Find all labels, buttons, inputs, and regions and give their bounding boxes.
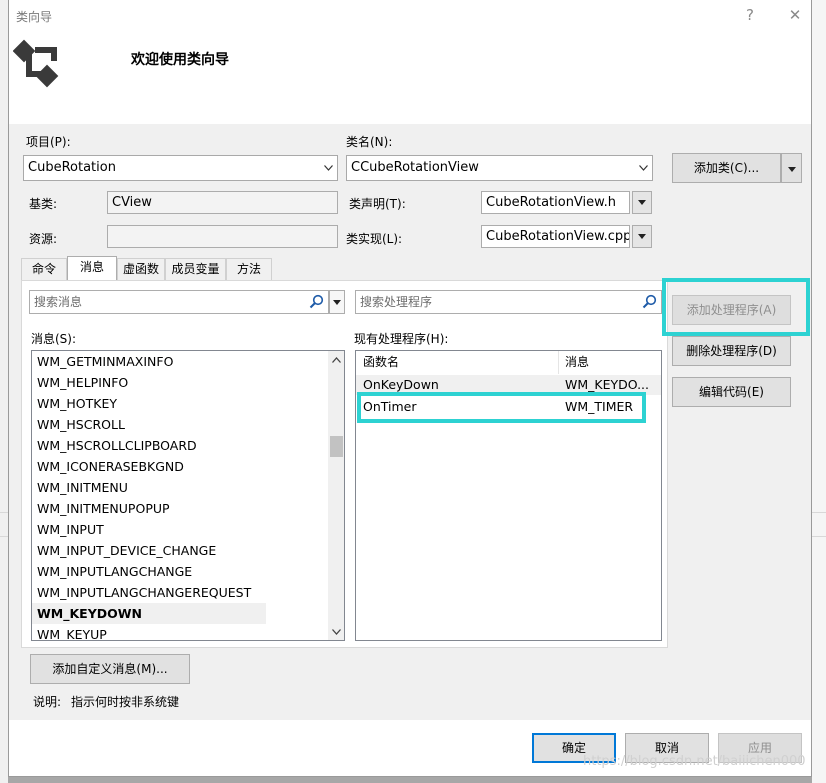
column-divider[interactable]: [558, 351, 559, 374]
delete-handler-button[interactable]: 删除处理程序(D): [672, 336, 791, 366]
class-implementation-label: 类实现(L):: [346, 232, 403, 246]
add-class-dropdown[interactable]: [781, 153, 802, 183]
class-implementation-field[interactable]: CubeRotationView.cpp: [481, 225, 630, 248]
caret-down-icon: [638, 200, 646, 205]
list-item[interactable]: WM_INPUT: [37, 519, 104, 540]
add-custom-message-button[interactable]: 添加自定义消息(M)...: [30, 654, 190, 684]
column-header-message[interactable]: 消息: [565, 351, 590, 374]
background-editor-left: [0, 0, 8, 783]
welcome-heading: 欢迎使用类向导: [131, 52, 229, 68]
handler-search-input[interactable]: 搜索处理程序: [355, 290, 662, 314]
close-button[interactable]: ✕: [784, 4, 806, 26]
project-value: CubeRotation: [28, 160, 116, 175]
caret-down-icon: [333, 299, 341, 305]
description-label: 说明:: [33, 695, 62, 709]
search-icon: [309, 294, 324, 309]
scroll-down-icon[interactable]: [328, 624, 344, 640]
base-class-label: 基类:: [29, 197, 58, 211]
tab-commands[interactable]: 命令: [21, 258, 67, 280]
tab-methods[interactable]: 方法: [226, 258, 272, 280]
highlight-box-add-handler: [662, 278, 810, 336]
list-item[interactable]: WM_ICONERASEBKGND: [37, 456, 184, 477]
class-declaration-label: 类声明(T):: [349, 197, 406, 211]
class-implementation-dropdown[interactable]: [632, 225, 652, 248]
edit-code-button[interactable]: 编辑代码(E): [672, 377, 791, 407]
message-search-input[interactable]: 搜索消息: [29, 290, 329, 314]
list-item[interactable]: WM_INPUTLANGCHANGE: [37, 561, 192, 582]
list-item[interactable]: WM_INPUT_DEVICE_CHANGE: [37, 540, 216, 561]
watermark: https://blog.csdn.net/baiiichen000: [583, 754, 806, 769]
description-text: 指示何时按非系统键: [71, 695, 180, 709]
resource-label: 资源:: [29, 232, 58, 246]
project-combo[interactable]: CubeRotation: [23, 155, 338, 181]
list-item[interactable]: WM_INITMENUPOPUP: [37, 498, 170, 519]
classname-label: 类名(N):: [346, 135, 393, 149]
search-icon: [642, 294, 657, 309]
class-wizard-logo-icon: [13, 39, 59, 88]
base-class-field: CView: [107, 191, 338, 214]
message-list-scrollbar[interactable]: [328, 351, 344, 640]
scroll-up-icon[interactable]: [328, 352, 344, 368]
message-filter-dropdown[interactable]: [329, 290, 345, 314]
project-label: 项目(P):: [26, 135, 71, 149]
class-declaration-dropdown[interactable]: [632, 191, 652, 214]
resource-field: [107, 225, 338, 248]
message-list[interactable]: WM_GETMINMAXINFO WM_HELPINFO WM_HOTKEY W…: [31, 350, 345, 641]
list-item[interactable]: WM_HSCROLL: [37, 414, 125, 435]
chevron-down-icon: [319, 156, 337, 180]
list-item[interactable]: WM_HELPINFO: [37, 372, 128, 393]
tab-member-variables[interactable]: 成员变量: [165, 258, 226, 280]
window-title: 类向导: [16, 10, 53, 24]
dialog-header: [9, 0, 811, 124]
add-class-button[interactable]: 添加类(C)...: [672, 153, 781, 183]
list-item[interactable]: WM_KEYUP: [37, 624, 107, 640]
caret-down-icon: [787, 167, 796, 172]
background-editor-right: [812, 0, 826, 783]
column-header-function[interactable]: 函数名: [363, 351, 400, 374]
messages-label: 消息(S):: [31, 332, 77, 346]
caret-down-icon: [638, 234, 646, 239]
help-button[interactable]: ?: [739, 4, 761, 26]
class-declaration-field[interactable]: CubeRotationView.h: [481, 191, 630, 214]
list-item[interactable]: WM_HOTKEY: [37, 393, 117, 414]
list-item[interactable]: WM_HSCROLLCLIPBOARD: [37, 435, 197, 456]
list-item-selected[interactable]: WM_KEYDOWN: [32, 603, 266, 624]
classname-value: CCubeRotationView: [351, 160, 479, 175]
scrollbar-thumb[interactable]: [330, 436, 343, 457]
tab-messages[interactable]: 消息: [67, 256, 117, 280]
chevron-down-icon: [634, 156, 652, 180]
tab-virtual-functions[interactable]: 虚函数: [117, 258, 165, 280]
existing-handlers-label: 现有处理程序(H):: [354, 332, 449, 346]
highlight-box-ontimer-row: [357, 392, 646, 423]
list-item[interactable]: WM_INITMENU: [37, 477, 128, 498]
classname-combo[interactable]: CCubeRotationView: [346, 155, 653, 181]
list-item[interactable]: WM_GETMINMAXINFO: [37, 351, 173, 372]
list-item[interactable]: WM_INPUTLANGCHANGEREQUEST: [37, 582, 251, 603]
